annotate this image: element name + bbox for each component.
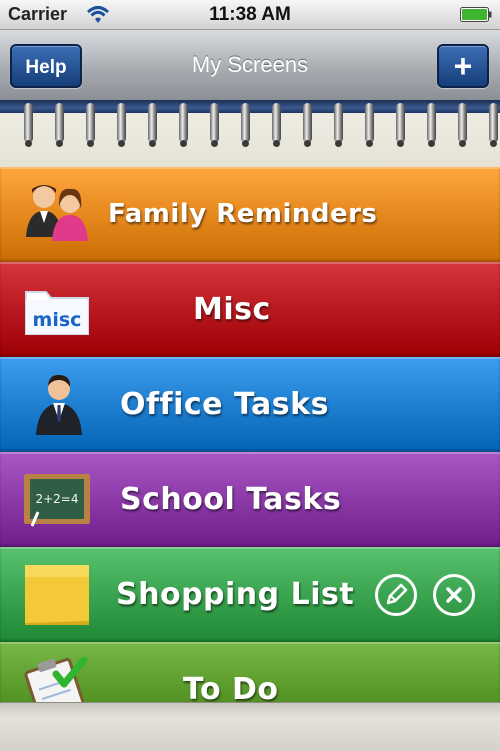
item-label: Office Tasks <box>120 387 329 422</box>
binding-ring <box>365 103 374 147</box>
item-label: Family Reminders <box>108 199 378 229</box>
close-icon <box>446 587 462 603</box>
chalkboard-icon: 2+2=4 <box>24 474 90 527</box>
add-screen-button[interactable]: + <box>437 44 489 88</box>
plus-icon: + <box>453 48 473 84</box>
list-item-shopping-list[interactable]: Shopping List <box>0 547 500 642</box>
battery-icon <box>460 7 492 22</box>
checklist-icon <box>24 656 88 702</box>
nav-bar: Help My Screens + <box>0 30 500 100</box>
status-bar: Carrier 11:38 AM <box>0 0 500 30</box>
edit-button[interactable] <box>375 574 417 616</box>
screens-list: Family Reminders misc Misc Office Tasks … <box>0 167 500 702</box>
status-time: 11:38 AM <box>209 4 291 25</box>
binding-ring <box>489 103 498 147</box>
pencil-icon <box>386 583 408 605</box>
misc-folder-icon: misc <box>25 291 89 335</box>
binding-ring <box>55 103 64 147</box>
binding-ring <box>458 103 467 147</box>
binding-ring <box>148 103 157 147</box>
binding-ring <box>210 103 219 147</box>
binding-ring <box>24 103 33 147</box>
item-label: To Do <box>183 672 279 702</box>
binding-ring <box>86 103 95 147</box>
binding-ring <box>179 103 188 147</box>
notebook-binding <box>0 100 500 167</box>
misc-folder-text: misc <box>33 309 82 331</box>
bottom-toolbar <box>0 702 500 751</box>
binding-ring <box>303 103 312 147</box>
list-item-school-tasks[interactable]: 2+2=4 School Tasks <box>0 452 500 547</box>
binding-ring <box>272 103 281 147</box>
item-label: Misc <box>193 292 271 327</box>
item-label: School Tasks <box>120 482 342 517</box>
binding-ring <box>241 103 250 147</box>
list-item-misc[interactable]: misc Misc <box>0 262 500 357</box>
family-icon <box>26 185 88 241</box>
list-item-family-reminders[interactable]: Family Reminders <box>0 167 500 262</box>
sticky-note-icon <box>25 565 89 625</box>
businessman-icon <box>36 374 82 435</box>
binding-ring <box>427 103 436 147</box>
binding-ring <box>117 103 126 147</box>
binding-ring <box>334 103 343 147</box>
item-label: Shopping List <box>116 577 355 612</box>
list-item-office-tasks[interactable]: Office Tasks <box>0 357 500 452</box>
binding-band <box>0 100 500 113</box>
chalkboard-text: 2+2=4 <box>35 492 78 506</box>
binding-ring <box>396 103 405 147</box>
delete-button[interactable] <box>433 574 475 616</box>
page-title: My Screens <box>191 52 309 77</box>
list-item-to-do[interactable]: To Do <box>0 642 500 702</box>
